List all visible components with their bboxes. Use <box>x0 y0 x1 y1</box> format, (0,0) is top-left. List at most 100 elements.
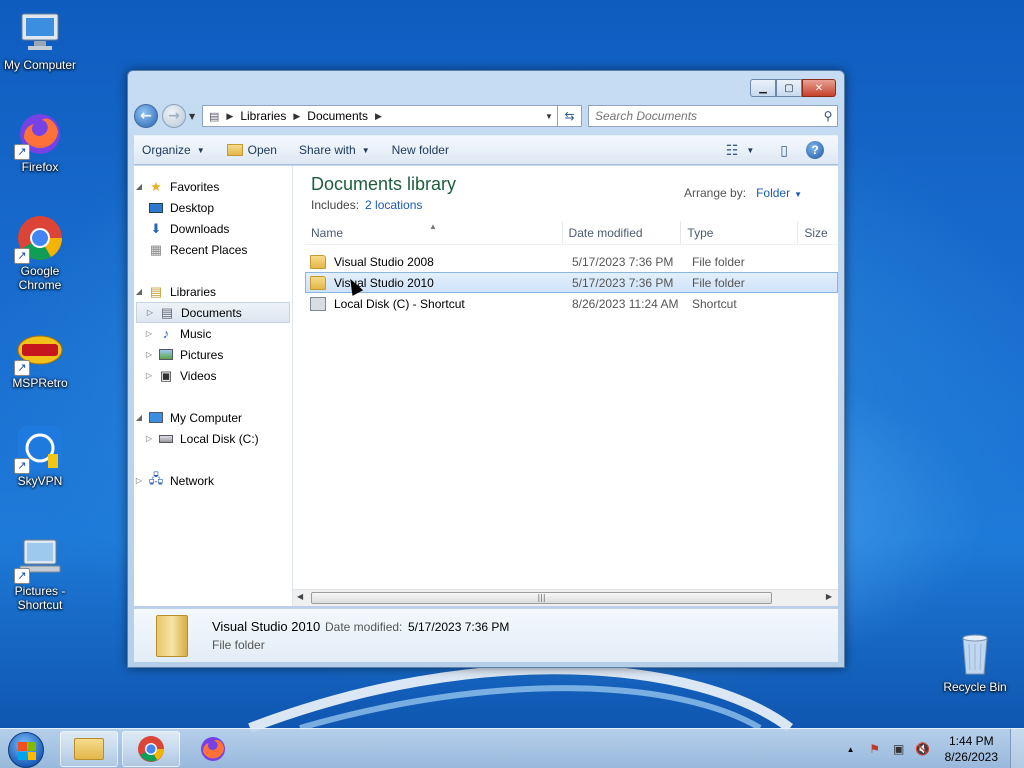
address-bar[interactable]: ▤ ▶ Libraries ▶ Documents ▶ ▼ <box>202 105 558 127</box>
close-button[interactable]: ✕ <box>802 79 836 97</box>
arrange-by-dropdown[interactable]: Folder <box>756 186 790 200</box>
maximize-button[interactable]: ▢ <box>776 79 802 97</box>
taskbar-explorer-button[interactable] <box>60 731 118 767</box>
nav-favorites[interactable]: ◢ ★ Favorites <box>134 176 292 197</box>
search-box[interactable]: ⚲ <box>588 105 838 127</box>
expand-arrow-icon[interactable]: ▷ <box>144 434 154 443</box>
details-pane: Visual Studio 2010 Date modified: 5/17/2… <box>134 608 838 662</box>
nav-desktop[interactable]: Desktop <box>134 197 292 218</box>
share-with-button[interactable]: Share with ▼ <box>299 143 370 157</box>
nav-local-disk[interactable]: ▷ Local Disk (C:) <box>134 428 292 449</box>
share-with-label: Share with <box>298 143 356 157</box>
pictures-shortcut-icon: ↗ <box>14 534 64 584</box>
search-input[interactable] <box>595 109 819 123</box>
column-date-modified[interactable]: Date modified <box>563 221 682 244</box>
desktop-icon-skyvpn[interactable]: ↗ SkyVPN <box>0 424 80 488</box>
libraries-icon: ▤ <box>149 283 163 299</box>
chevron-right-icon[interactable]: ▶ <box>293 111 300 122</box>
recent-places-icon: ▦ <box>149 241 163 257</box>
desktop-icon-mspretro[interactable]: ↗ MSPRetro <box>0 326 80 390</box>
desktop-icon-chrome[interactable]: ↗ Google Chrome <box>0 214 80 292</box>
nav-libraries[interactable]: ◢ ▤ Libraries <box>134 281 292 302</box>
new-folder-button[interactable]: New folder <box>392 143 449 157</box>
chevron-right-icon[interactable]: ▶ <box>226 111 233 122</box>
chrome-icon <box>138 736 164 762</box>
scroll-left-icon[interactable]: ◀ <box>297 592 303 601</box>
explorer-window[interactable]: ▁ ▢ ✕ ← → ▼ ▤ ▶ Libraries ▶ Documents ▶ … <box>127 70 845 668</box>
desktop-icon-pictures-shortcut[interactable]: ↗ Pictures - Shortcut <box>0 534 80 612</box>
column-name[interactable]: ▲ Name <box>305 221 563 244</box>
taskbar-firefox-button[interactable] <box>184 731 242 767</box>
preview-pane-icon[interactable]: ▯ <box>780 142 788 159</box>
nav-downloads[interactable]: ⬇ Downloads <box>134 218 292 239</box>
nav-pictures[interactable]: ▷ Pictures <box>134 344 292 365</box>
expand-arrow-icon[interactable]: ▷ <box>144 329 154 338</box>
details-name: Visual Studio 2010 <box>212 619 321 634</box>
system-tray: ▲ ⚑ ▣ 🔇 1:44 PM 8/26/2023 <box>839 729 1024 768</box>
open-button[interactable]: Open <box>226 143 277 157</box>
clock-date: 8/26/2023 <box>944 750 998 764</box>
nav-videos[interactable]: ▷ ▣ Videos <box>134 365 292 386</box>
expand-arrow-icon[interactable]: ▷ <box>134 476 144 485</box>
expand-arrow-icon[interactable]: ▷ <box>144 371 154 380</box>
chevron-right-icon[interactable]: ▶ <box>375 111 382 122</box>
nav-label: Music <box>180 326 212 341</box>
nav-label: Videos <box>180 368 217 383</box>
show-desktop-button[interactable] <box>1010 729 1024 768</box>
recent-pages-dropdown[interactable]: ▼ <box>189 112 199 121</box>
chevron-down-icon[interactable]: ▼ <box>746 146 754 155</box>
nav-recent-places[interactable]: ▦ Recent Places <box>134 239 292 260</box>
change-view-icon[interactable]: ☷ <box>726 142 739 159</box>
show-hidden-icons-icon[interactable]: ▲ <box>843 741 859 757</box>
breadcrumb-documents[interactable]: Documents <box>307 109 368 123</box>
desktop-icon-firefox[interactable]: ↗ Firefox <box>0 110 80 174</box>
library-includes: Includes: 2 locations <box>311 198 456 212</box>
taskbar-chrome-button[interactable] <box>122 731 180 767</box>
nav-documents[interactable]: ▷ ▤ Documents <box>136 302 290 323</box>
volume-muted-icon[interactable]: 🔇 <box>915 741 931 757</box>
forward-button[interactable]: → <box>162 104 186 128</box>
search-icon[interactable]: ⚲ <box>819 109 837 123</box>
action-center-flag-icon[interactable]: ⚑ <box>867 741 883 757</box>
clock[interactable]: 1:44 PM 8/26/2023 <box>945 733 998 765</box>
collapse-arrow-icon[interactable]: ◢ <box>134 287 144 296</box>
network-icon: 🖧 <box>148 470 164 486</box>
nav-network[interactable]: ▷ 🖧 Network <box>134 470 292 491</box>
collapse-arrow-icon[interactable]: ◢ <box>134 182 144 191</box>
star-icon: ★ <box>150 178 162 194</box>
expand-arrow-icon[interactable]: ▷ <box>144 350 154 359</box>
scroll-right-icon[interactable]: ▶ <box>826 592 832 601</box>
nav-label: Network <box>170 473 215 488</box>
desktop-icon-my-computer[interactable]: My Computer <box>0 8 80 72</box>
nav-music[interactable]: ▷ ♪ Music <box>134 323 292 344</box>
collapse-arrow-icon[interactable]: ◢ <box>134 413 144 422</box>
network-status-icon[interactable]: ▣ <box>891 741 907 757</box>
scrollbar-thumb[interactable]: ||| <box>311 592 772 604</box>
file-row[interactable]: Local Disk (C) - Shortcut 8/26/2023 11:2… <box>305 293 838 314</box>
file-row-selected[interactable]: Visual Studio 2010 5/17/2023 7:36 PM Fil… <box>305 272 838 293</box>
address-dropdown[interactable]: ▼ <box>541 112 557 121</box>
mspretro-icon: ↗ <box>14 326 64 376</box>
view-controls: ☷ ▼ ▯ ? <box>712 141 838 159</box>
minimize-button[interactable]: ▁ <box>750 79 776 97</box>
downloads-icon: ⬇ <box>150 220 162 236</box>
music-icon: ♪ <box>162 326 170 341</box>
column-type[interactable]: Type <box>681 221 799 244</box>
start-button[interactable] <box>8 732 44 768</box>
column-size[interactable]: Size <box>798 221 838 244</box>
horizontal-scrollbar[interactable]: ◀ ||| ▶ <box>293 589 838 606</box>
organize-button[interactable]: Organize ▼ <box>142 143 205 157</box>
breadcrumb-libraries[interactable]: Libraries <box>240 109 286 123</box>
help-icon[interactable]: ? <box>806 141 824 159</box>
includes-locations-link[interactable]: 2 locations <box>365 198 422 212</box>
chevron-down-icon[interactable]: ▼ <box>794 190 802 199</box>
open-label: Open <box>247 143 277 157</box>
shortcut-arrow-icon: ↗ <box>14 144 30 160</box>
refresh-button[interactable]: ⇆ <box>558 105 582 127</box>
file-list-pane[interactable]: Documents library Includes: 2 locations A… <box>293 166 838 606</box>
expand-arrow-icon[interactable]: ▷ <box>145 308 155 317</box>
file-row[interactable]: Visual Studio 2008 5/17/2023 7:36 PM Fil… <box>305 251 838 272</box>
desktop-icon-recycle-bin[interactable]: Recycle Bin <box>935 630 1015 694</box>
nav-my-computer[interactable]: ◢ My Computer <box>134 407 292 428</box>
back-button[interactable]: ← <box>134 104 158 128</box>
